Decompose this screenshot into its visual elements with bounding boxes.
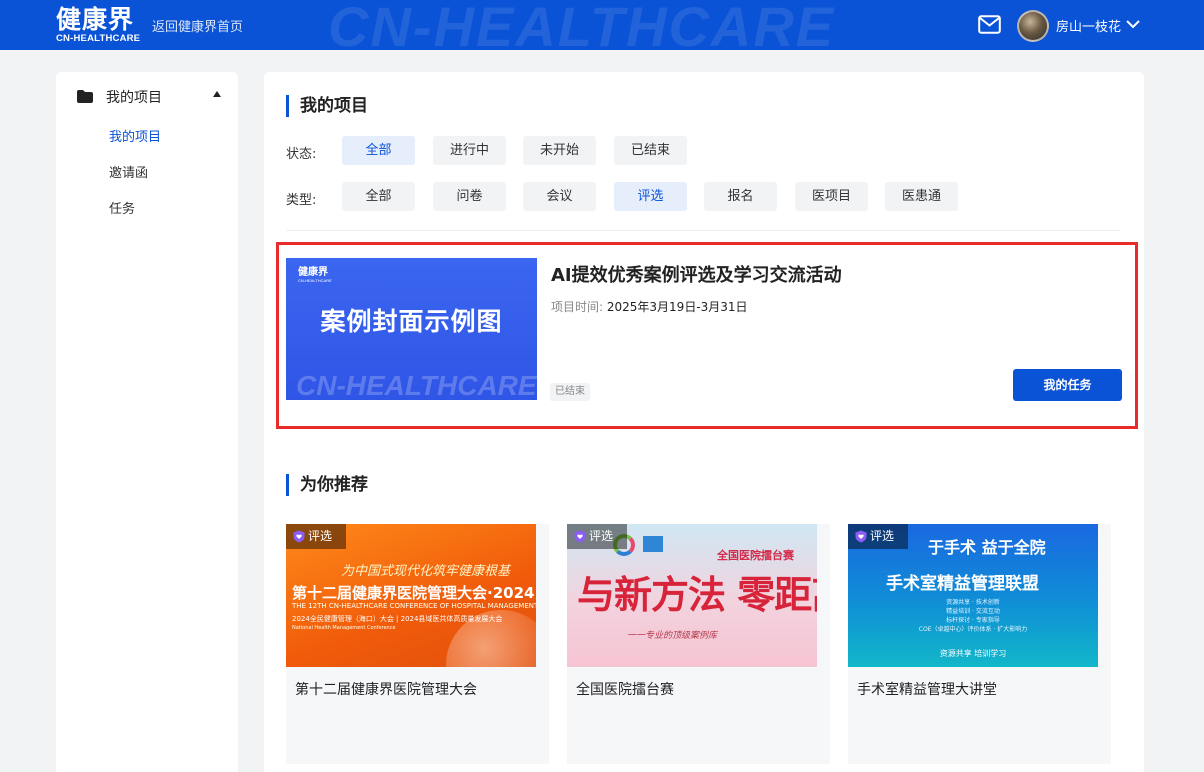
project-cover-image[interactable]: 健康界 CN-HEALTHCARE 案例封面示例图 CN-HEALTHCARE [286, 258, 537, 400]
image-slogan: 于手术 益于全院 [928, 538, 1046, 557]
type-chip-survey[interactable]: 问卷 [433, 182, 506, 211]
image-slogan: 与新方法 零距离 [577, 572, 817, 617]
my-tasks-button[interactable]: 我的任务 [1013, 369, 1122, 401]
sidebar-group-my-projects[interactable]: 我的项目 [76, 86, 226, 106]
status-chip-ended[interactable]: 已结束 [614, 136, 687, 165]
section-title-my-projects: 我的项目 [286, 95, 368, 117]
recommend-card[interactable]: 全国医院擂台赛 与新方法 零距离 一一专业的顶级案例库 评选 全国医院擂台赛 [567, 524, 830, 764]
type-chip-selection[interactable]: 评选 [614, 182, 687, 211]
recommend-card[interactable]: 于手术 益于全院 手术室精益管理联盟 资源共享 · 技术创新 精益培训 · 交流… [848, 524, 1111, 764]
image-headline: 第十二届健康界医院管理大会·2024 [292, 584, 535, 602]
shield-heart-icon [574, 530, 586, 543]
type-badge: 评选 [567, 524, 627, 549]
image-subline: 资源共享 · 技术创新 精益培训 · 交流互动 标杆探讨 · 专家指导 COE（… [918, 599, 1028, 633]
recommend-card-title[interactable]: 第十二届健康界医院管理大会 [295, 679, 477, 699]
section-title-recommend: 为你推荐 [286, 474, 368, 496]
mail-icon[interactable] [978, 15, 1001, 34]
status-chip-ongoing[interactable]: 进行中 [433, 136, 506, 165]
type-chip-all[interactable]: 全部 [342, 182, 415, 211]
type-chip-meeting[interactable]: 会议 [523, 182, 596, 211]
decorative-logo-block [643, 536, 663, 552]
caret-up-icon[interactable] [212, 90, 222, 98]
divider [286, 230, 1120, 231]
project-title[interactable]: AI提效优秀案例评选及学习交流活动 [551, 261, 842, 287]
recommend-card[interactable]: 为中国式现代化筑牢健康根基 第十二届健康界医院管理大会·2024 THE 12T… [286, 524, 549, 764]
folder-icon [77, 90, 93, 103]
avatar[interactable] [1017, 10, 1049, 42]
project-time-value: 2025年3月19日-3月31日 [606, 300, 748, 314]
sidebar-group-label: 我的项目 [106, 90, 162, 106]
recommend-card-title[interactable]: 手术室精益管理大讲堂 [857, 679, 997, 699]
shield-heart-icon [855, 530, 867, 543]
chevron-down-icon[interactable] [1126, 19, 1140, 29]
type-badge: 评选 [848, 524, 908, 549]
cover-logo-en: CN-HEALTHCARE [298, 278, 332, 283]
image-headline: 手术室精益管理联盟 [886, 574, 1039, 594]
username[interactable]: 房山一枝花 [1056, 16, 1121, 35]
image-footer: 资源共享 培训学习 [939, 649, 1007, 658]
back-home-link[interactable]: 返回健康界首页 [152, 16, 243, 35]
type-badge-label: 评选 [870, 529, 895, 543]
status-badge: 已结束 [550, 383, 590, 401]
sidebar-item-invitations[interactable]: 邀请函 [109, 162, 148, 181]
type-chip-registration[interactable]: 报名 [704, 182, 777, 211]
type-chip-medical-project[interactable]: 医项目 [795, 182, 868, 211]
sidebar-item-tasks[interactable]: 任务 [109, 198, 135, 217]
logo-cn: 健康界 [56, 5, 135, 34]
site-logo[interactable]: 健康界 CN-HEALTHCARE [56, 6, 140, 44]
sidebar-item-my-projects[interactable]: 我的项目 [109, 126, 161, 145]
type-badge-label: 评选 [308, 529, 333, 543]
recommend-card-image[interactable]: 全国医院擂台赛 与新方法 零距离 一一专业的顶级案例库 评选 [567, 524, 817, 667]
cover-text: 案例封面示例图 [320, 307, 503, 336]
cover-logo: 健康界 CN-HEALTHCARE [298, 267, 332, 283]
type-badge-label: 评选 [589, 529, 614, 543]
recommend-card-title[interactable]: 全国医院擂台赛 [576, 679, 674, 699]
logo-en: CN-HEALTHCARE [56, 33, 141, 44]
sidebar: 我的项目 我的项目 邀请函 任务 [56, 72, 238, 772]
image-subline: THE 12TH CN-HEALTHCARE CONFERENCE OF HOS… [292, 602, 536, 610]
image-subline: National Health Management Conference [292, 625, 396, 631]
image-headline: 全国医院擂台赛 [717, 549, 794, 562]
type-filter-label: 类型: [286, 193, 317, 208]
cover-logo-cn: 健康界 [298, 267, 328, 278]
type-badge: 评选 [286, 524, 346, 549]
cover-watermark: CN-HEALTHCARE [296, 370, 537, 400]
recommend-card-image[interactable]: 为中国式现代化筑牢健康根基 第十二届健康界医院管理大会·2024 THE 12T… [286, 524, 536, 667]
header-watermark: CN-HEALTHCARE [328, 0, 836, 50]
project-time-label: 项目时间: [551, 300, 604, 314]
shield-heart-icon [293, 530, 305, 543]
main-panel: 我的项目 状态: 全部 进行中 未开始 已结束 类型: 全部 问卷 会议 评选 … [264, 72, 1144, 772]
status-chip-not-started[interactable]: 未开始 [523, 136, 596, 165]
image-subline: 一一专业的顶级案例库 [627, 631, 718, 641]
status-filter-label: 状态: [286, 147, 317, 162]
type-chip-doctor-patient[interactable]: 医患通 [885, 182, 958, 211]
project-card[interactable]: 健康界 CN-HEALTHCARE 案例封面示例图 CN-HEALTHCARE … [276, 242, 1138, 429]
image-subline: 2024全民健康管理（海口）大会 | 2024县域医共体高质量发展大会 [292, 615, 503, 623]
project-time: 项目时间: 2025年3月19日-3月31日 [551, 298, 748, 315]
image-slogan: 为中国式现代化筑牢健康根基 [341, 564, 511, 579]
status-chip-all[interactable]: 全部 [342, 136, 415, 165]
recommend-card-image[interactable]: 于手术 益于全院 手术室精益管理联盟 资源共享 · 技术创新 精益培训 · 交流… [848, 524, 1098, 667]
top-header: CN-HEALTHCARE 健康界 CN-HEALTHCARE 返回健康界首页 … [0, 0, 1204, 50]
